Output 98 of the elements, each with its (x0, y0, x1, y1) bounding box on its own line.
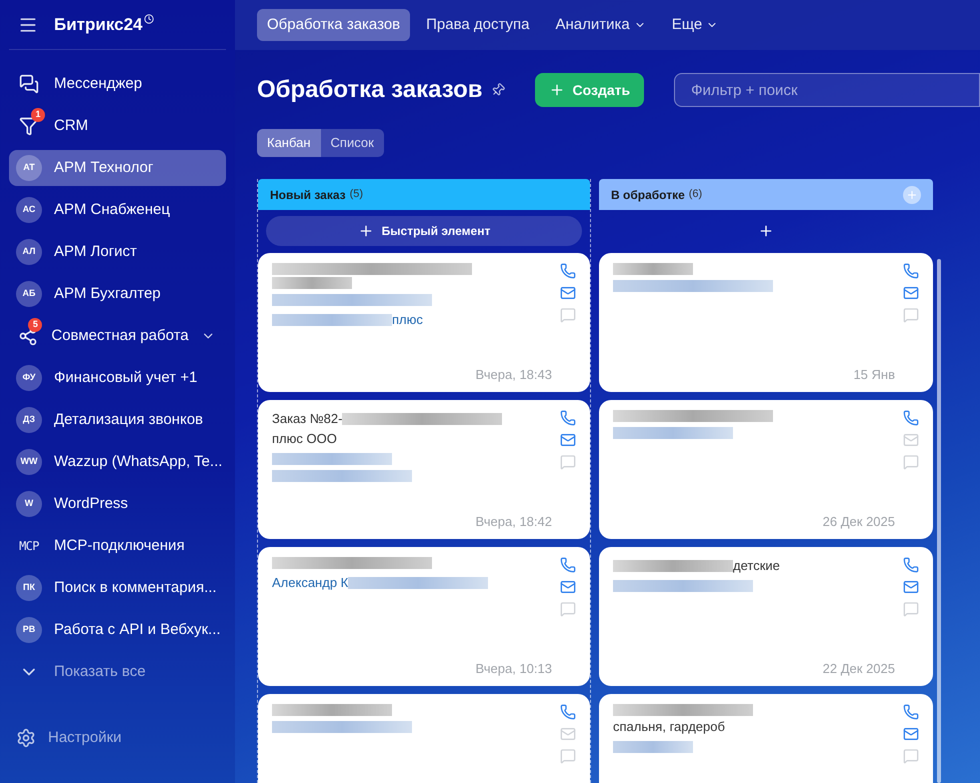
card-title: Заказ №82- (272, 410, 342, 428)
card-title: спальня, гардероб (613, 718, 725, 736)
phone-icon[interactable] (903, 557, 919, 573)
plus-icon (758, 223, 774, 239)
page-title: Обработка заказов (257, 75, 483, 105)
card-date: 22 Дек 2025 (822, 660, 895, 678)
sidebar-item[interactable]: W WordPress (9, 486, 226, 522)
deal-card[interactable]: Александр К Вчера, 10:13 (258, 547, 590, 686)
funnel-icon (19, 116, 39, 136)
view-tab[interactable]: Список (320, 129, 384, 157)
sidebar-item[interactable]: ПК Поиск в комментария... (9, 570, 226, 606)
card-date: 26 Дек 2025 (822, 512, 895, 531)
sidebar-label: MCP-подключения (54, 536, 185, 556)
plus-icon (358, 223, 374, 239)
sidebar-item[interactable]: ФУ Финансовый учет +1 (9, 360, 226, 396)
card-date: Вчера, 18:43 (476, 366, 552, 384)
initials-avatar: ФУ (16, 365, 42, 391)
phone-icon[interactable] (560, 704, 576, 720)
initials-avatar: АТ (16, 155, 42, 181)
scrollbar[interactable] (937, 259, 941, 783)
mcp-logo: MCP (19, 538, 39, 555)
sidebar-item[interactable]: 5 Совместная работа (9, 318, 226, 354)
view-tab[interactable]: Канбан (257, 129, 321, 157)
mail-icon[interactable] (903, 726, 919, 742)
sidebar-label: Работа с API и Вебхук... (54, 620, 221, 640)
sidebar-item[interactable]: MCP MCP-подключения (9, 528, 226, 564)
column-count: (6) (688, 187, 702, 202)
card-date: Вчера, 10:13 (476, 660, 552, 678)
plus-icon (548, 82, 565, 98)
quick-add-button[interactable]: Быстрый элемент (266, 216, 582, 246)
sidebar-item[interactable]: WW Wazzup (WhatsApp, Te... (9, 444, 226, 480)
sidebar-item[interactable]: Мессенджер (9, 66, 226, 102)
deal-card[interactable]: спальня, гардероб (599, 694, 933, 783)
column-title: В обработке (611, 186, 685, 204)
sidebar-label: Детализация звонков (54, 410, 204, 430)
deal-card[interactable]: Заказ №82- плюс ООО Вчера, 18:42 (258, 400, 590, 539)
column-count: (5) (350, 187, 364, 202)
logo[interactable]: Битрикс24 (54, 12, 142, 38)
sidebar-item[interactable]: АБ АРМ Бухгалтер (9, 276, 226, 312)
sidebar-label: АРМ Технолог (54, 158, 154, 178)
card-title: плюс ООО (272, 430, 337, 448)
initials-avatar: W (16, 491, 42, 517)
chat-bubbles-icon (19, 74, 39, 94)
phone-icon[interactable] (903, 263, 919, 279)
sidebar-label: Показать все (54, 662, 146, 682)
mail-icon[interactable] (903, 285, 919, 301)
sidebar-item[interactable]: 1 CRM (9, 108, 226, 144)
sidebar-item[interactable]: АЛ АРМ Логист (9, 234, 226, 270)
contact-link[interactable]: плюс (392, 311, 423, 329)
add-stage-icon[interactable] (903, 186, 921, 204)
sidebar-label: Wazzup (WhatsApp, Te... (54, 452, 222, 472)
sidebar-item[interactable]: Показать все (9, 654, 226, 690)
mail-icon[interactable] (560, 285, 576, 301)
sidebar-label: Финансовый учет +1 (54, 368, 198, 388)
sidebar-label: АРМ Снабженец (54, 200, 170, 220)
nav-tab[interactable]: Еще (662, 9, 728, 41)
phone-icon[interactable] (560, 557, 576, 573)
nav-tab[interactable]: Права доступа (416, 9, 540, 41)
plus-icon (906, 188, 918, 200)
sidebar-label: Мессенджер (54, 74, 142, 94)
initials-avatar: РВ (16, 617, 42, 643)
phone-icon[interactable] (560, 410, 576, 426)
initials-avatar: АБ (16, 281, 42, 307)
sidebar-item[interactable]: РВ Работа с API и Вебхук... (9, 612, 226, 648)
clock-icon (144, 14, 154, 24)
nav-tab[interactable]: Аналитика (546, 9, 656, 41)
sidebar-label: АРМ Бухгалтер (54, 284, 161, 304)
phone-icon[interactable] (903, 410, 919, 426)
mail-icon[interactable] (903, 579, 919, 595)
sidebar-item[interactable]: АС АРМ Снабженец (9, 192, 226, 228)
column-title: Новый заказ (270, 186, 346, 204)
initials-avatar: WW (16, 449, 42, 475)
card-date: Вчера, 18:42 (476, 512, 552, 531)
sidebar-item[interactable]: ДЗ Детализация звонков (9, 402, 226, 438)
mail-icon[interactable] (560, 432, 576, 448)
initials-avatar: ПК (16, 575, 42, 601)
sidebar-label: Совместная работа (51, 326, 189, 346)
sidebar-label: CRM (54, 116, 88, 136)
notification-badge: 5 (28, 318, 42, 332)
sidebar-label: Поиск в комментария... (54, 578, 217, 598)
sidebar-item[interactable]: АТ АРМ Технолог (9, 150, 226, 186)
phone-icon[interactable] (560, 263, 576, 279)
initials-avatar: АС (16, 197, 42, 223)
contact-link[interactable]: Александр К (272, 574, 348, 592)
card-title: детские (733, 557, 780, 575)
card-date: 15 Янв (853, 366, 895, 384)
mail-icon[interactable] (560, 579, 576, 595)
phone-icon[interactable] (903, 704, 919, 720)
deal-card[interactable]: детские 22 Дек 2025 (599, 547, 933, 686)
settings-link[interactable]: Настройки (48, 726, 122, 749)
sidebar-label: АРМ Логист (54, 242, 137, 262)
initials-avatar: АЛ (16, 239, 42, 265)
notification-badge: 1 (31, 108, 45, 122)
nav-tab[interactable]: Обработка заказов (257, 9, 410, 41)
deal-card[interactable]: плюс Вчера, 18:43 (258, 253, 590, 392)
initials-avatar: ДЗ (16, 407, 42, 433)
settings-icon[interactable] (16, 728, 36, 748)
sidebar-label: WordPress (54, 494, 128, 514)
